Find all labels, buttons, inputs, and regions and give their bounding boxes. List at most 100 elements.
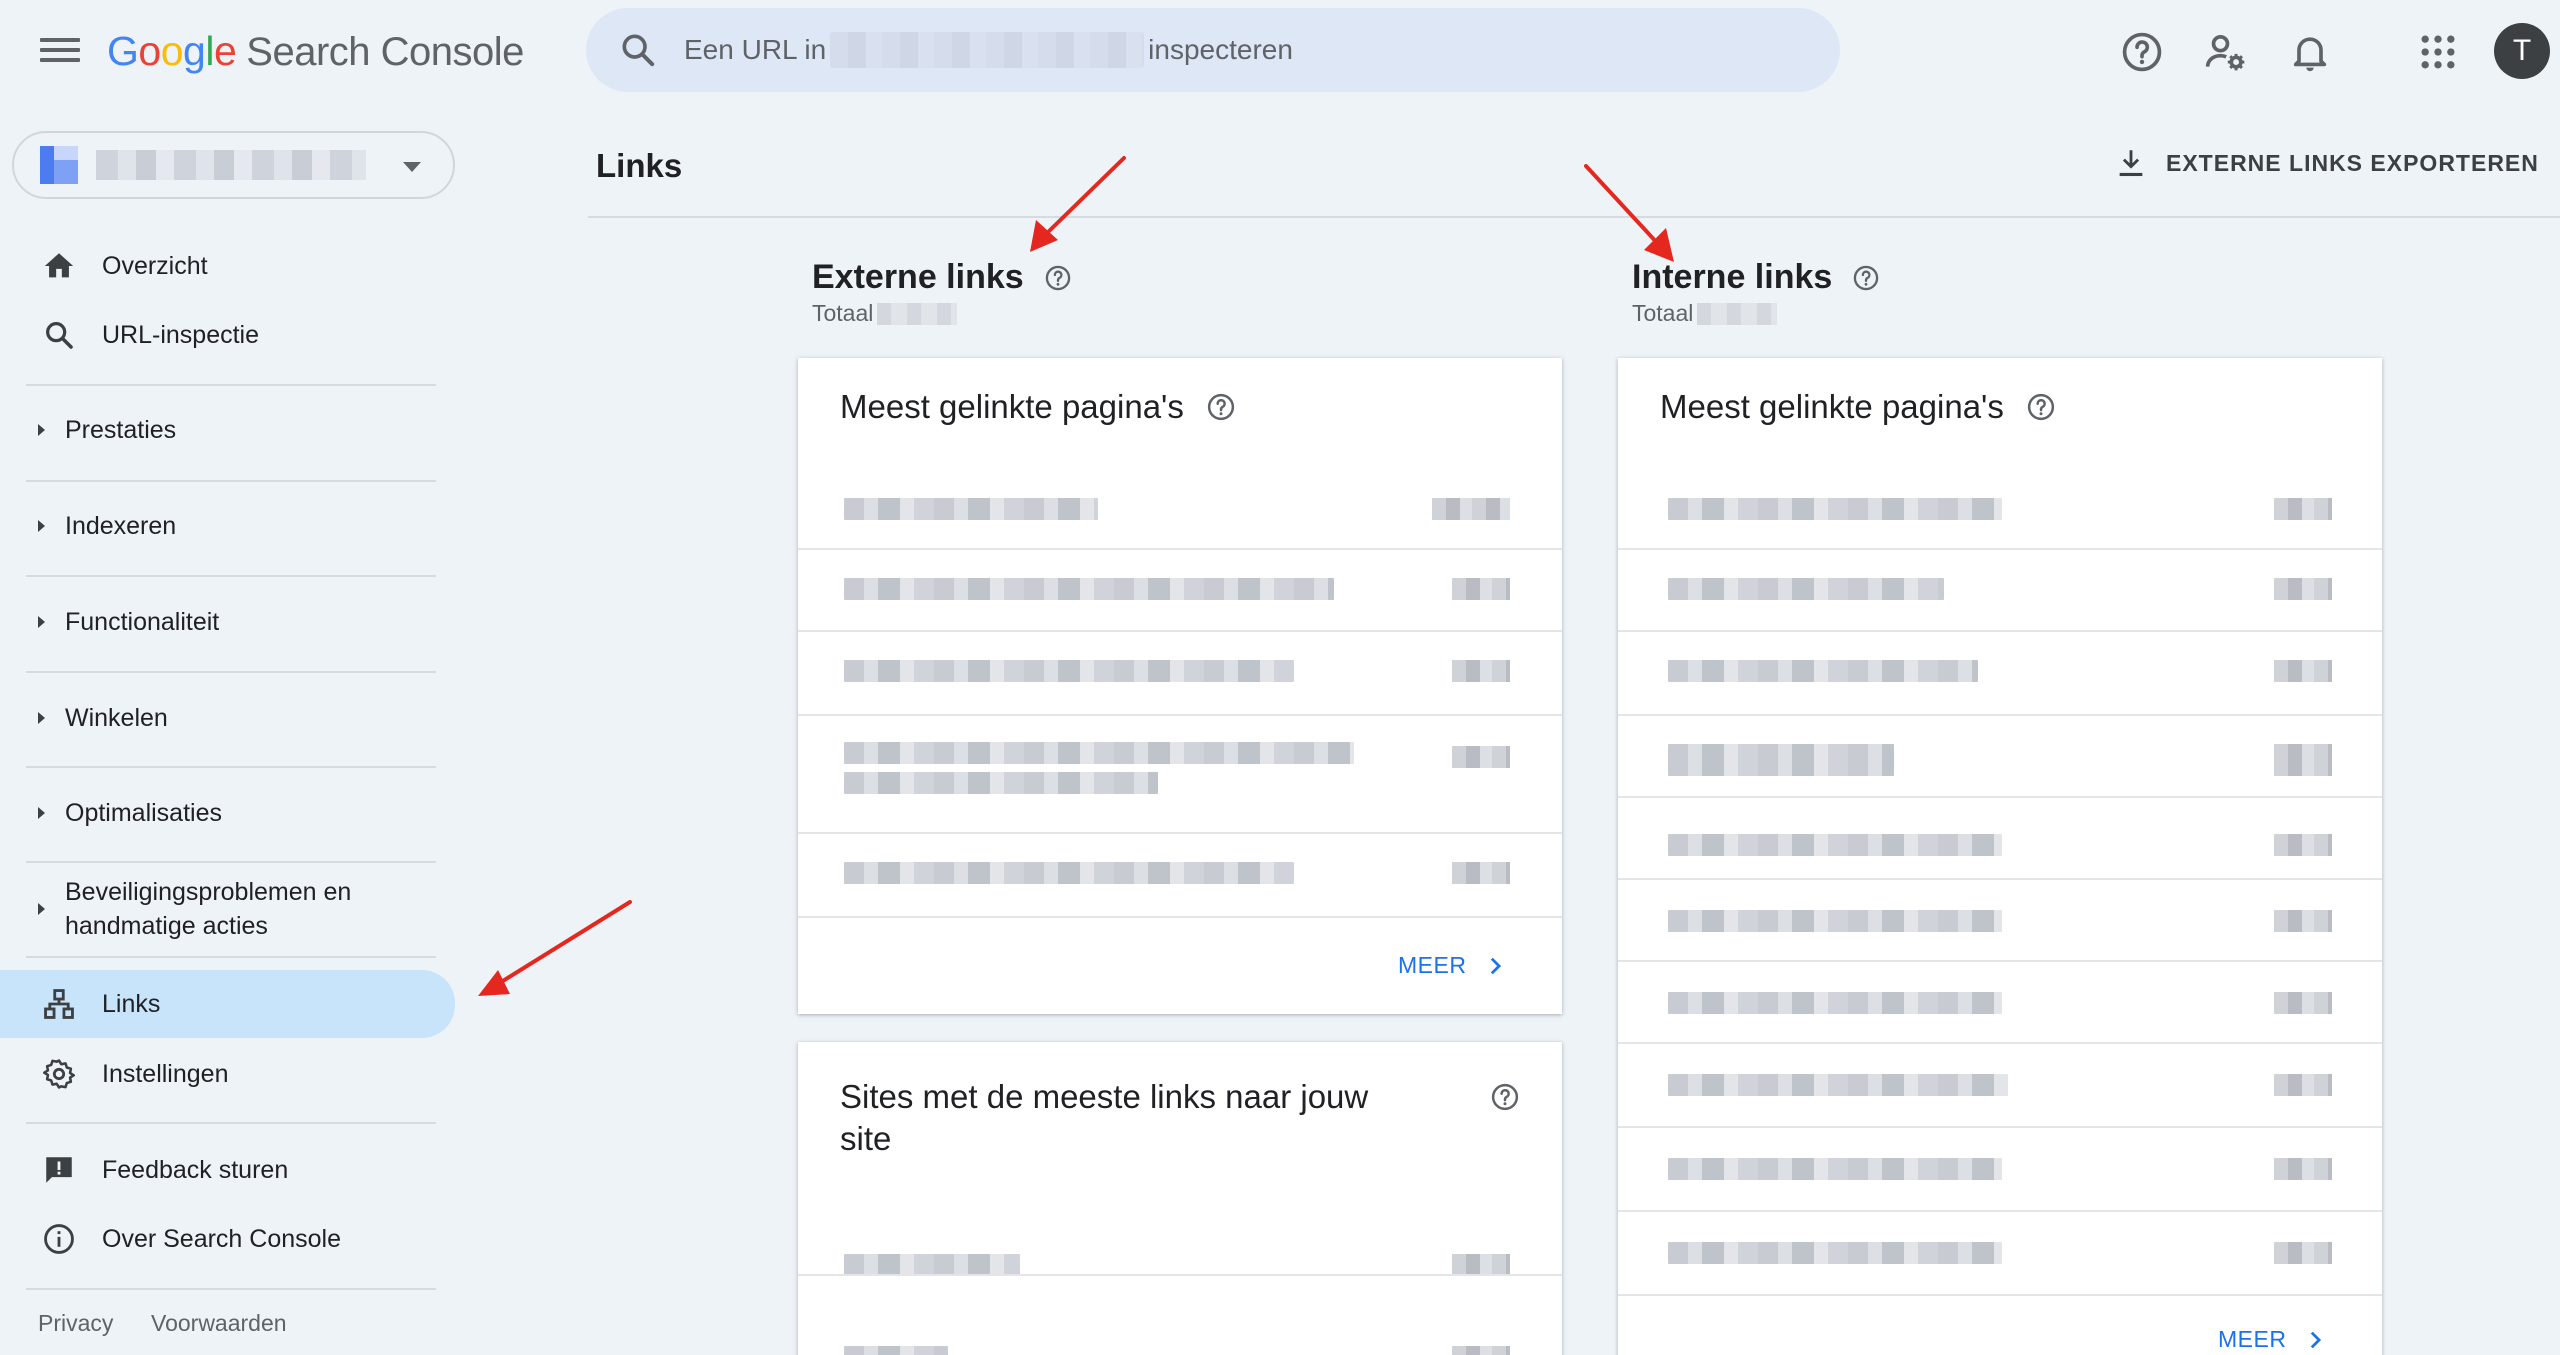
info-icon — [44, 1224, 74, 1254]
google-search-console-logo[interactable]: Google Search Console — [107, 28, 524, 75]
more-label: MEER — [1398, 952, 1467, 978]
sidebar-item-instellingen[interactable]: Instellingen — [0, 1041, 455, 1107]
blurred-url — [1668, 744, 1894, 776]
sidebar-group-label: Winkelen — [65, 704, 168, 732]
sidebar-divider — [26, 956, 436, 958]
blurred-total-value — [877, 302, 958, 325]
sidebar-divider — [26, 480, 436, 482]
menu-icon[interactable] — [40, 34, 80, 70]
table-row[interactable] — [798, 832, 1562, 916]
apps-grid-icon[interactable] — [2416, 30, 2460, 74]
sidebar-group-label: Optimalisaties — [65, 799, 222, 827]
help-icon[interactable] — [2120, 30, 2164, 74]
table-row[interactable] — [798, 548, 1562, 630]
chevron-right-icon — [2311, 1331, 2322, 1348]
search-placeholder-start: Een URL in — [684, 34, 827, 65]
sidebar-group-indexeren[interactable]: Indexeren — [0, 509, 455, 543]
terms-link[interactable]: Voorwaarden — [151, 1310, 287, 1337]
notifications-icon[interactable] — [2288, 30, 2332, 74]
table-row[interactable] — [798, 714, 1562, 832]
help-icon[interactable] — [1490, 1082, 1520, 1112]
help-icon[interactable] — [2026, 392, 2056, 422]
table-row[interactable] — [798, 630, 1562, 714]
help-icon[interactable] — [1044, 264, 1072, 292]
sidebar-group-label: Indexeren — [65, 512, 177, 540]
table-row[interactable] — [1618, 1210, 2382, 1294]
account-avatar[interactable]: T — [2494, 23, 2550, 79]
table-row[interactable] — [798, 1274, 1562, 1355]
sidebar-item-overzicht[interactable]: Overzicht — [0, 233, 455, 299]
blurred-count — [2274, 1074, 2332, 1096]
table-row[interactable] — [1618, 548, 2382, 630]
sidebar-divider — [26, 575, 436, 577]
expand-arrow-icon — [38, 807, 45, 819]
help-icon[interactable] — [1206, 392, 1236, 422]
sidebar-divider — [26, 671, 436, 673]
sidebar-item-label: Over Search Console — [102, 1224, 342, 1253]
sidebar-divider — [26, 1288, 436, 1290]
external-links-total: Totaal — [812, 300, 958, 327]
blurred-count — [2274, 744, 2332, 776]
table-row[interactable] — [1618, 960, 2382, 1042]
property-favicon — [40, 146, 78, 184]
sidebar-item-url-inspectie[interactable]: URL-inspectie — [0, 302, 455, 368]
total-label: Totaal — [812, 300, 874, 326]
sidebar-divider — [26, 861, 436, 863]
card-title: Meest gelinkte pagina's — [840, 388, 1236, 426]
blurred-count — [1452, 746, 1510, 768]
table-row[interactable] — [1618, 1126, 2382, 1210]
blurred-url — [1668, 1074, 2008, 1096]
sidebar-group-winkelen[interactable]: Winkelen — [0, 701, 455, 735]
blurred-url — [844, 498, 1098, 520]
card-footer: MEER — [1618, 1294, 2382, 1355]
product-name: Search Console — [246, 30, 524, 74]
blurred-property-url — [830, 32, 1145, 68]
search-icon — [46, 322, 73, 349]
blurred-count — [1452, 578, 1510, 600]
sidebar-item-feedback[interactable]: Feedback sturen — [0, 1137, 455, 1203]
url-inspect-search-bar[interactable]: Een URL in inspecteren — [586, 8, 1840, 92]
section-title-text: Interne links — [1632, 258, 1833, 296]
export-button-label: EXTERNE LINKS EXPORTEREN — [2166, 149, 2539, 176]
admin-settings-icon[interactable] — [2204, 30, 2248, 74]
privacy-link[interactable]: Privacy — [38, 1310, 113, 1337]
blurred-count — [2274, 834, 2332, 856]
sidebar-group-beveiligingsproblemen[interactable]: Beveiligingsproblemen en handmatige actie… — [0, 874, 455, 944]
internal-top-pages-card: Meest gelinkte pagina's MEER — [1618, 358, 2382, 1355]
blurred-url — [1668, 578, 1944, 600]
table-row[interactable] — [1618, 1042, 2382, 1126]
blurred-count — [2274, 910, 2332, 932]
sidebar-group-prestaties[interactable]: Prestaties — [0, 413, 455, 447]
sidebar-item-label: URL-inspectie — [102, 320, 260, 349]
settings-icon — [42, 1059, 76, 1089]
internal-links-heading: Interne links — [1632, 258, 1880, 297]
expand-arrow-icon — [38, 424, 45, 436]
more-button[interactable]: MEER — [1398, 952, 1506, 979]
sidebar-item-label: Overzicht — [102, 251, 208, 280]
blurred-url — [1668, 660, 1978, 682]
table-row[interactable] — [1618, 878, 2382, 960]
help-icon[interactable] — [1852, 264, 1880, 292]
blurred-count — [2274, 992, 2332, 1014]
sidebar-group-label: Beveiligingsproblemen en handmatige actie… — [65, 878, 352, 940]
search-icon — [622, 34, 655, 67]
sidebar-divider — [26, 384, 436, 386]
blurred-count — [1452, 1346, 1510, 1355]
external-top-pages-card: Meest gelinkte pagina's MEER — [798, 358, 1562, 1014]
page-title: Links — [596, 147, 683, 184]
table-row[interactable] — [798, 470, 1562, 550]
table-row[interactable] — [1618, 630, 2382, 714]
blurred-count — [1452, 660, 1510, 682]
sidebar-item-links[interactable]: Links — [0, 970, 455, 1038]
export-external-links-button[interactable]: EXTERNE LINKS EXPORTEREN — [2114, 146, 2539, 180]
blurred-count — [1432, 498, 1510, 520]
sidebar-group-optimalisaties[interactable]: Optimalisaties — [0, 796, 455, 830]
table-row[interactable] — [1618, 470, 2382, 550]
table-row[interactable] — [1618, 714, 2382, 796]
more-button[interactable]: MEER — [2218, 1326, 2326, 1353]
property-selector[interactable] — [12, 131, 455, 199]
sidebar-group-functionaliteit[interactable]: Functionaliteit — [0, 605, 455, 639]
sidebar-item-over-search-console[interactable]: Over Search Console — [0, 1206, 455, 1272]
internal-links-total: Totaal — [1632, 300, 1778, 327]
table-row[interactable] — [1618, 796, 2382, 878]
